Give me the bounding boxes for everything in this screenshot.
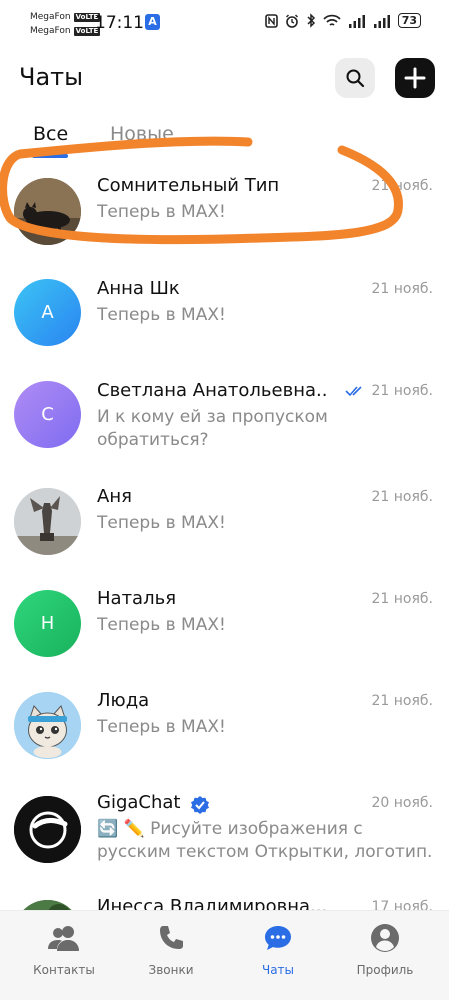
- chat-list: Сомнительный Тип 21 нояб. Теперь в MAX! …: [0, 160, 449, 967]
- message-line: обратиться?: [97, 430, 209, 450]
- nav-chats[interactable]: Чаты: [228, 921, 328, 991]
- chat-date: 21 нояб.: [371, 489, 434, 505]
- chat-date: 20 нояб.: [371, 795, 434, 811]
- chat-name: Анна Шк: [97, 278, 180, 299]
- carrier-2: MegaFon: [30, 26, 71, 36]
- chat-item[interactable]: Н Наталья 21 нояб. Теперь в MAX!: [0, 568, 449, 670]
- cat-photo-avatar: [14, 178, 81, 245]
- tab-indicator: [32, 154, 68, 158]
- alarm-icon: [285, 14, 298, 28]
- chat-name: Светлана Анатольевна...: [97, 380, 327, 401]
- chat-date: 21 нояб.: [371, 281, 434, 297]
- search-button[interactable]: [335, 58, 375, 98]
- tab-new[interactable]: Новые: [110, 123, 174, 145]
- carrier-1: MegaFon: [30, 12, 71, 22]
- nav-label: Профиль: [356, 963, 414, 977]
- avatar: [14, 796, 81, 863]
- signal-icon-2: [373, 14, 390, 28]
- clock: 17:11: [95, 13, 144, 33]
- chat-name: Наталья: [97, 588, 177, 609]
- chat-message: 🔄 ✏️ Рисуйте изображения с русским текст…: [97, 818, 433, 864]
- message-line: Теперь в MAX!: [97, 513, 226, 533]
- chat-date: 21 нояб.: [371, 693, 434, 709]
- page-title: Чаты: [19, 63, 84, 91]
- nav-label: Чаты: [261, 963, 295, 977]
- battery-indicator: 73: [397, 13, 421, 28]
- message-line: Теперь в MAX!: [97, 717, 226, 737]
- chat-message: Теперь в MAX!: [97, 716, 433, 739]
- avatar-letter: А: [41, 302, 54, 323]
- search-icon: [346, 69, 365, 88]
- profile-icon: [368, 921, 402, 955]
- bottom-nav: Контакты Звонки Чаты Профиль: [0, 910, 449, 1000]
- statue-photo-avatar: [14, 488, 81, 555]
- chat-icon: [261, 921, 295, 955]
- gigachat-logo-icon: [14, 796, 81, 863]
- nav-label: Контакты: [33, 963, 95, 977]
- wifi-icon: [323, 14, 341, 26]
- avatar: С: [14, 381, 81, 448]
- chat-name: Аня: [97, 486, 132, 507]
- chat-item[interactable]: Сомнительный Тип 21 нояб. Теперь в MAX!: [0, 160, 449, 262]
- message-line: 🔄 ✏️ Рисуйте изображения с: [97, 819, 363, 839]
- chat-item[interactable]: С Светлана Анатольевна... 21 нояб. И к к…: [0, 364, 449, 466]
- chat-date: 21 нояб.: [371, 383, 434, 399]
- chat-name: Люда: [97, 690, 150, 711]
- signal-icon-1: [348, 14, 365, 28]
- avatar: [14, 488, 81, 555]
- tab-all[interactable]: Все: [33, 123, 68, 145]
- chat-date: 21 нояб.: [371, 591, 434, 607]
- message-line: Теперь в MAX!: [97, 202, 226, 222]
- nav-profile[interactable]: Профиль: [335, 921, 435, 991]
- chat-name: GigaChat: [97, 792, 181, 813]
- plus-icon: [404, 67, 426, 89]
- chat-date: 21 нояб.: [371, 178, 434, 194]
- contacts-icon: [47, 921, 81, 955]
- status-bar: MegaFon VoLTE MegaFon VoLTE 17:11 A 73: [0, 0, 449, 46]
- chat-name: Сомнительный Тип: [97, 175, 280, 196]
- phone-icon: [154, 921, 188, 955]
- nav-label: Звонки: [148, 963, 194, 977]
- chat-item[interactable]: Люда 21 нояб. Теперь в MAX!: [0, 670, 449, 772]
- message-line: И к кому ей за пропуском: [97, 407, 328, 427]
- chat-message: И к кому ей за пропуском обратиться?: [97, 406, 433, 452]
- chat-item[interactable]: А Анна Шк 21 нояб. Теперь в MAX!: [0, 262, 449, 364]
- avatar: Н: [14, 590, 81, 657]
- chat-message: Теперь в MAX!: [97, 201, 433, 224]
- nav-contacts[interactable]: Контакты: [14, 921, 114, 991]
- chat-item[interactable]: Аня 21 нояб. Теперь в MAX!: [0, 466, 449, 568]
- chat-message: Теперь в MAX!: [97, 614, 433, 637]
- nfc-icon: [264, 13, 278, 28]
- chat-message: Теперь в MAX!: [97, 512, 433, 535]
- avatar: [14, 178, 81, 245]
- status-icons: 73: [264, 13, 421, 28]
- chat-message: Теперь в MAX!: [97, 304, 433, 327]
- carrier-info: MegaFon VoLTE MegaFon VoLTE: [30, 10, 101, 38]
- bluetooth-icon: [307, 13, 315, 28]
- avatar-letter: Н: [40, 613, 55, 634]
- message-line: русским текстом Открытки, логотип...: [97, 842, 433, 862]
- message-line: Теперь в MAX!: [97, 305, 226, 325]
- chat-item[interactable]: GigaChat 20 нояб. 🔄 ✏️ Рисуйте изображен…: [0, 772, 449, 874]
- cartoon-cat-avatar: [14, 692, 81, 759]
- avatar: А: [14, 279, 81, 346]
- double-check-icon: [345, 386, 362, 397]
- avatar: [14, 692, 81, 759]
- verified-icon: [191, 796, 209, 814]
- app-notification-icon: A: [145, 14, 160, 30]
- new-chat-button[interactable]: [395, 58, 435, 98]
- message-line: Теперь в MAX!: [97, 615, 226, 635]
- avatar-letter: С: [41, 404, 54, 425]
- nav-calls[interactable]: Звонки: [121, 921, 221, 991]
